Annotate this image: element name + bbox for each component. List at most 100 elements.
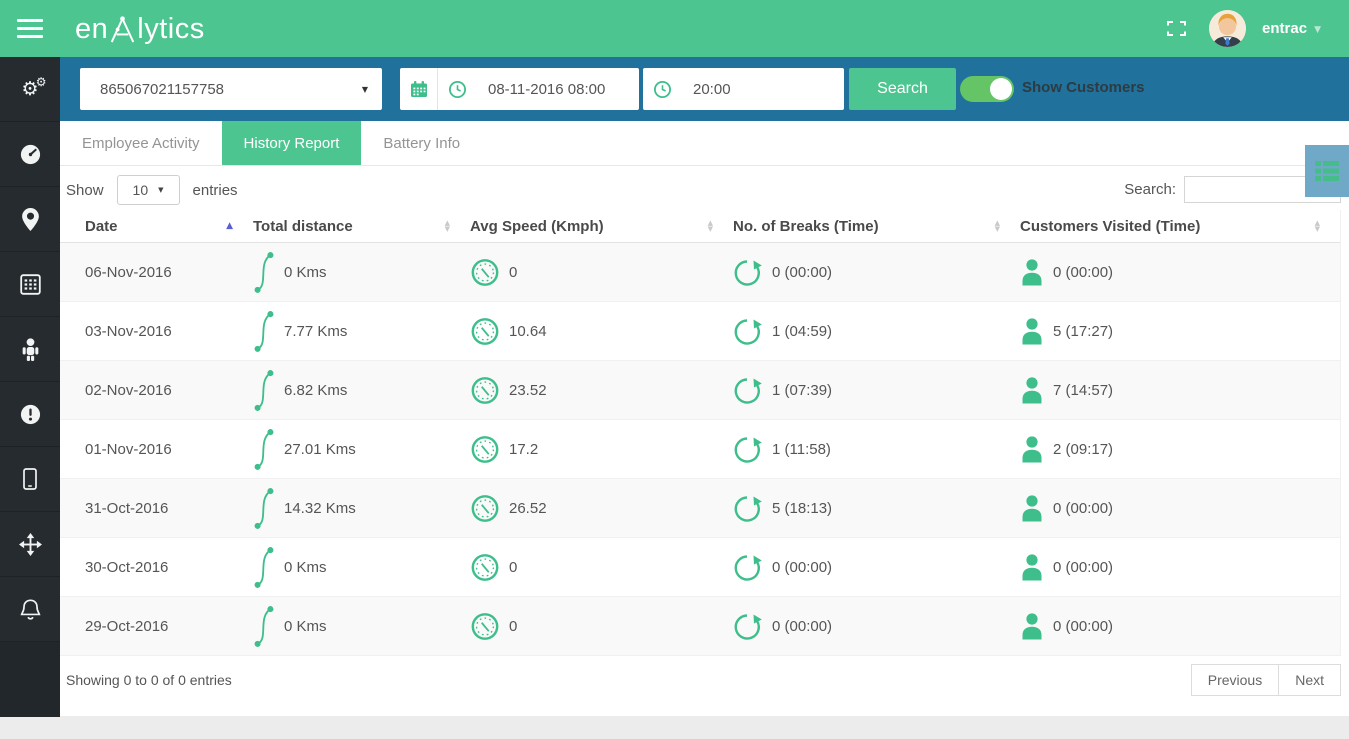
tab-history-report[interactable]: History Report (222, 121, 362, 165)
breaks-cell: 1 (11:58) (772, 441, 831, 458)
sort-icons: ▲▼ (445, 220, 450, 232)
logo-text-prefix: en (75, 15, 108, 44)
clock-icon[interactable] (643, 68, 681, 110)
search-button[interactable]: Search (849, 68, 956, 110)
bell-icon (20, 598, 41, 621)
person-icon (1020, 554, 1044, 581)
column-header-breaks[interactable]: No. of Breaks (Time) ▲▼ (733, 210, 1020, 242)
avg-speed-cell: 0 (509, 559, 517, 576)
person-icon (1020, 259, 1044, 286)
sidebar-item-locations[interactable] (0, 187, 60, 252)
map-pin-icon (22, 208, 39, 231)
top-header: en lytics entrac ▼ (0, 0, 1349, 57)
avg-speed-cell: 0 (509, 618, 517, 635)
route-icon (253, 427, 275, 472)
column-list-button[interactable] (1305, 145, 1349, 197)
show-customers-label: Show Customers (1022, 79, 1145, 96)
sidebar-item-reports[interactable] (0, 252, 60, 317)
circular-arrow-icon (733, 433, 763, 466)
distance-cell: 6.82 Kms (284, 382, 347, 399)
avg-speed-cell: 0 (509, 264, 517, 281)
chevron-down-icon[interactable]: ▼ (1314, 25, 1321, 35)
date-cell: 01-Nov-2016 (85, 441, 172, 458)
sidebar-item-tracking[interactable] (0, 512, 60, 577)
column-header-customers-visited[interactable]: Customers Visited (Time) ▲▼ (1020, 210, 1340, 242)
customers-cell: 0 (00:00) (1053, 500, 1113, 517)
sidebar-item-alerts[interactable] (0, 382, 60, 447)
date-cell: 02-Nov-2016 (85, 382, 172, 399)
filter-bar: 865067021157758 ▼ 08-11-2016 08:00 (60, 57, 1349, 121)
tab-employee-activity[interactable]: Employee Activity (60, 121, 222, 165)
mobile-icon (22, 468, 38, 490)
next-button[interactable]: Next (1278, 664, 1341, 696)
date-cell: 29-Oct-2016 (85, 618, 168, 635)
tab-battery-info[interactable]: Battery Info (361, 121, 482, 165)
sort-icons: ▲▼ (1315, 220, 1320, 232)
device-select[interactable]: 865067021157758 ▼ (80, 68, 382, 110)
fullscreen-icon[interactable] (1166, 20, 1187, 37)
datetime-picker[interactable]: 08-11-2016 08:00 (400, 68, 639, 110)
page-size-select[interactable]: 10 ▼ (117, 175, 180, 205)
page-size-value: 10 (133, 182, 149, 198)
toggle-knob (990, 78, 1012, 100)
column-header-total-distance[interactable]: Total distance ▲▼ (253, 210, 470, 242)
sidebar-item-dashboard[interactable] (0, 122, 60, 187)
customers-cell: 0 (00:00) (1053, 264, 1113, 281)
table-row[interactable]: 06-Nov-2016 0 Kms 0 (60, 243, 1340, 302)
time-picker[interactable]: 20:00 (643, 68, 844, 110)
user-name[interactable]: entrac (1262, 20, 1307, 37)
table-row[interactable]: 31-Oct-2016 14.32 Kms 26.52 (60, 479, 1340, 538)
person-icon (1020, 613, 1044, 640)
table-row[interactable]: 01-Nov-2016 27.01 Kms 17.2 (60, 420, 1340, 479)
menu-icon[interactable] (0, 0, 60, 57)
column-header-date[interactable]: Date ▲ (60, 210, 253, 242)
time-value[interactable]: 20:00 (681, 68, 731, 110)
breaks-cell: 0 (00:00) (772, 559, 832, 576)
customers-cell: 5 (17:27) (1053, 323, 1113, 340)
distance-cell: 0 Kms (284, 618, 327, 635)
distance-cell: 7.77 Kms (284, 323, 347, 340)
distance-cell: 0 Kms (284, 559, 327, 576)
customers-cell: 0 (00:00) (1053, 618, 1113, 635)
gauge-icon (470, 375, 500, 406)
table-row[interactable]: 03-Nov-2016 7.77 Kms 10.64 (60, 302, 1340, 361)
clock-icon[interactable] (438, 68, 476, 110)
entries-label: entries (193, 182, 238, 199)
avg-speed-cell: 10.64 (509, 323, 547, 340)
alert-icon (19, 403, 42, 426)
previous-button[interactable]: Previous (1191, 664, 1279, 696)
chevron-down-icon: ▼ (158, 186, 163, 194)
circular-arrow-icon (733, 315, 763, 348)
gauge-icon (470, 611, 500, 642)
route-icon (253, 309, 275, 354)
route-icon (253, 486, 275, 531)
avatar[interactable] (1209, 10, 1246, 47)
table-row[interactable]: 02-Nov-2016 6.82 Kms 23.52 (60, 361, 1340, 420)
table-footer: Showing 0 to 0 of 0 entries Previous Nex… (60, 656, 1349, 716)
sort-icons: ▲▼ (708, 220, 713, 232)
sidebar-item-devices[interactable] (0, 447, 60, 512)
sort-icons: ▲▼ (995, 220, 1000, 232)
person-icon (1020, 377, 1044, 404)
circular-arrow-icon (733, 256, 763, 289)
table-row[interactable]: 30-Oct-2016 0 Kms 0 (60, 538, 1340, 597)
date-cell: 31-Oct-2016 (85, 500, 168, 517)
sidebar-item-employees[interactable] (0, 317, 60, 382)
table-row[interactable]: 29-Oct-2016 0 Kms 0 (60, 597, 1340, 656)
show-customers-toggle[interactable] (960, 76, 1014, 102)
date-cell: 30-Oct-2016 (85, 559, 168, 576)
table-search-label: Search: (1124, 181, 1176, 198)
table-controls: Show 10 ▼ entries Search: (60, 166, 1349, 210)
app-logo: en lytics (75, 14, 205, 44)
column-header-avg-speed[interactable]: Avg Speed (Kmph) ▲▼ (470, 210, 733, 242)
sidebar-item-notifications[interactable] (0, 577, 60, 642)
circular-arrow-icon (733, 374, 763, 407)
breaks-cell: 0 (00:00) (772, 264, 832, 281)
sidebar-item-settings[interactable]: ⚙⚙ (0, 57, 60, 122)
avg-speed-cell: 26.52 (509, 500, 547, 517)
gauge-icon (470, 257, 500, 288)
report-tabs: Employee Activity History Report Battery… (60, 121, 1349, 166)
calendar-icon[interactable] (400, 68, 438, 110)
datetime-value[interactable]: 08-11-2016 08:00 (476, 68, 605, 110)
history-table: Date ▲ Total distance ▲▼ Avg Speed (Kmph… (60, 210, 1341, 656)
